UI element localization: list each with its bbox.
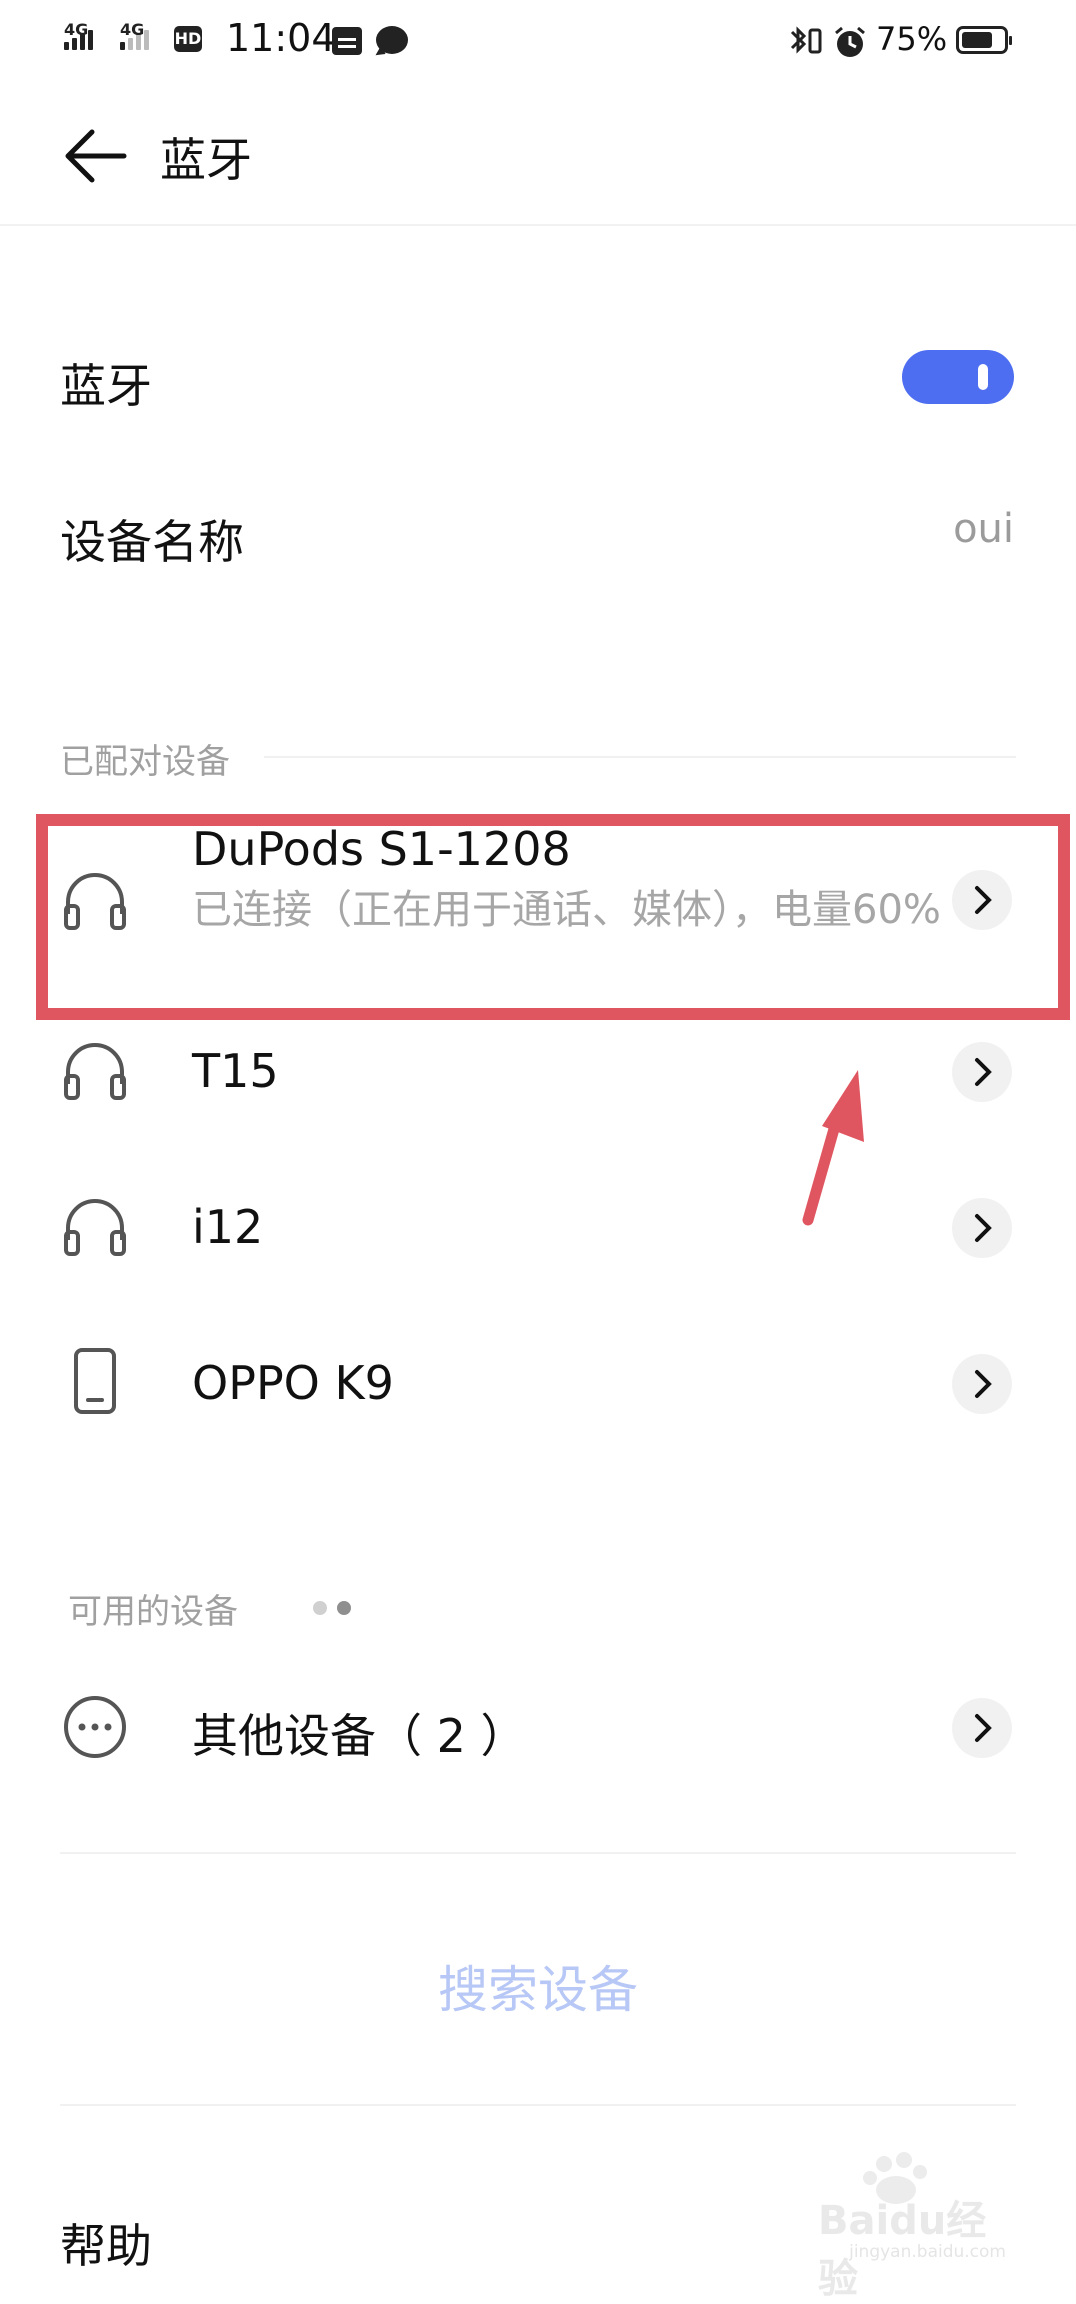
phone-icon <box>74 1348 116 1414</box>
chevron-right-icon <box>975 1058 992 1086</box>
battery-percent: 75% <box>876 20 948 58</box>
search-devices-button[interactable]: 搜索设备 <box>338 1950 738 2022</box>
device-name-value[interactable]: oui <box>900 506 1014 552</box>
headphones-icon <box>64 1199 126 1256</box>
device-details-button[interactable] <box>952 1354 1012 1414</box>
section-divider <box>264 756 1016 758</box>
device-details-button[interactable] <box>952 1042 1012 1102</box>
annotation-highlight-box <box>36 814 1070 1020</box>
bluetooth-toggle[interactable] <box>902 350 1014 404</box>
device-name: T15 <box>192 1044 279 1098</box>
device-details-button[interactable] <box>952 1198 1012 1258</box>
battery-icon <box>956 26 1012 54</box>
watermark-url: jingyan.baidu.com <box>849 2242 1006 2262</box>
message-icon <box>376 26 408 54</box>
chevron-right-icon <box>975 1714 992 1742</box>
baidu-watermark: Baidu经验 jingyan.baidu.com <box>818 2150 1018 2302</box>
device-item-t15[interactable]: T15 <box>0 1020 1076 1126</box>
hd-voice-badge: HD <box>174 26 202 52</box>
signal-1-label: 4G <box>64 20 89 39</box>
scanning-indicator <box>313 1600 361 1619</box>
device-item-i12[interactable]: i12 <box>0 1176 1076 1282</box>
page-title: 蓝牙 <box>160 133 252 187</box>
status-bar: 4G 4G HD 11:04 75% <box>0 0 1076 84</box>
bluetooth-label: 蓝牙 <box>60 359 152 413</box>
divider <box>60 1852 1016 1854</box>
status-time: 11:04 <box>226 16 336 60</box>
other-devices-button[interactable] <box>952 1698 1012 1758</box>
device-name: i12 <box>192 1200 264 1254</box>
cellular-signal-1-icon: 4G <box>64 20 96 50</box>
back-arrow-icon[interactable] <box>60 126 130 186</box>
signal-2-label: 4G <box>120 20 145 39</box>
available-devices-title: 可用的设备 <box>68 1592 238 1632</box>
header-divider <box>0 224 1076 226</box>
other-devices-item[interactable]: 其他设备（ 2 ） <box>0 1676 1076 1782</box>
cellular-signal-2-icon: 4G <box>120 20 152 50</box>
annotation-arrow-icon <box>802 1070 864 1226</box>
alarm-icon <box>835 26 865 57</box>
paired-devices-title: 已配对设备 <box>60 742 230 782</box>
bluetooth-vibrate-icon <box>790 26 822 54</box>
divider <box>60 2104 1016 2106</box>
calendar-icon <box>332 27 362 55</box>
more-dots-icon <box>64 1696 126 1758</box>
chevron-right-icon <box>975 1370 992 1398</box>
device-name: OPPO K9 <box>192 1356 394 1410</box>
help-label[interactable]: 帮助 <box>60 2210 152 2276</box>
other-devices-label: 其他设备（ 2 ） <box>192 1709 527 1763</box>
headphones-icon <box>64 1043 126 1100</box>
device-name-label[interactable]: 设备名称 <box>60 506 244 572</box>
device-item-oppo-k9[interactable]: OPPO K9 <box>0 1332 1076 1438</box>
chevron-right-icon <box>975 1214 992 1242</box>
